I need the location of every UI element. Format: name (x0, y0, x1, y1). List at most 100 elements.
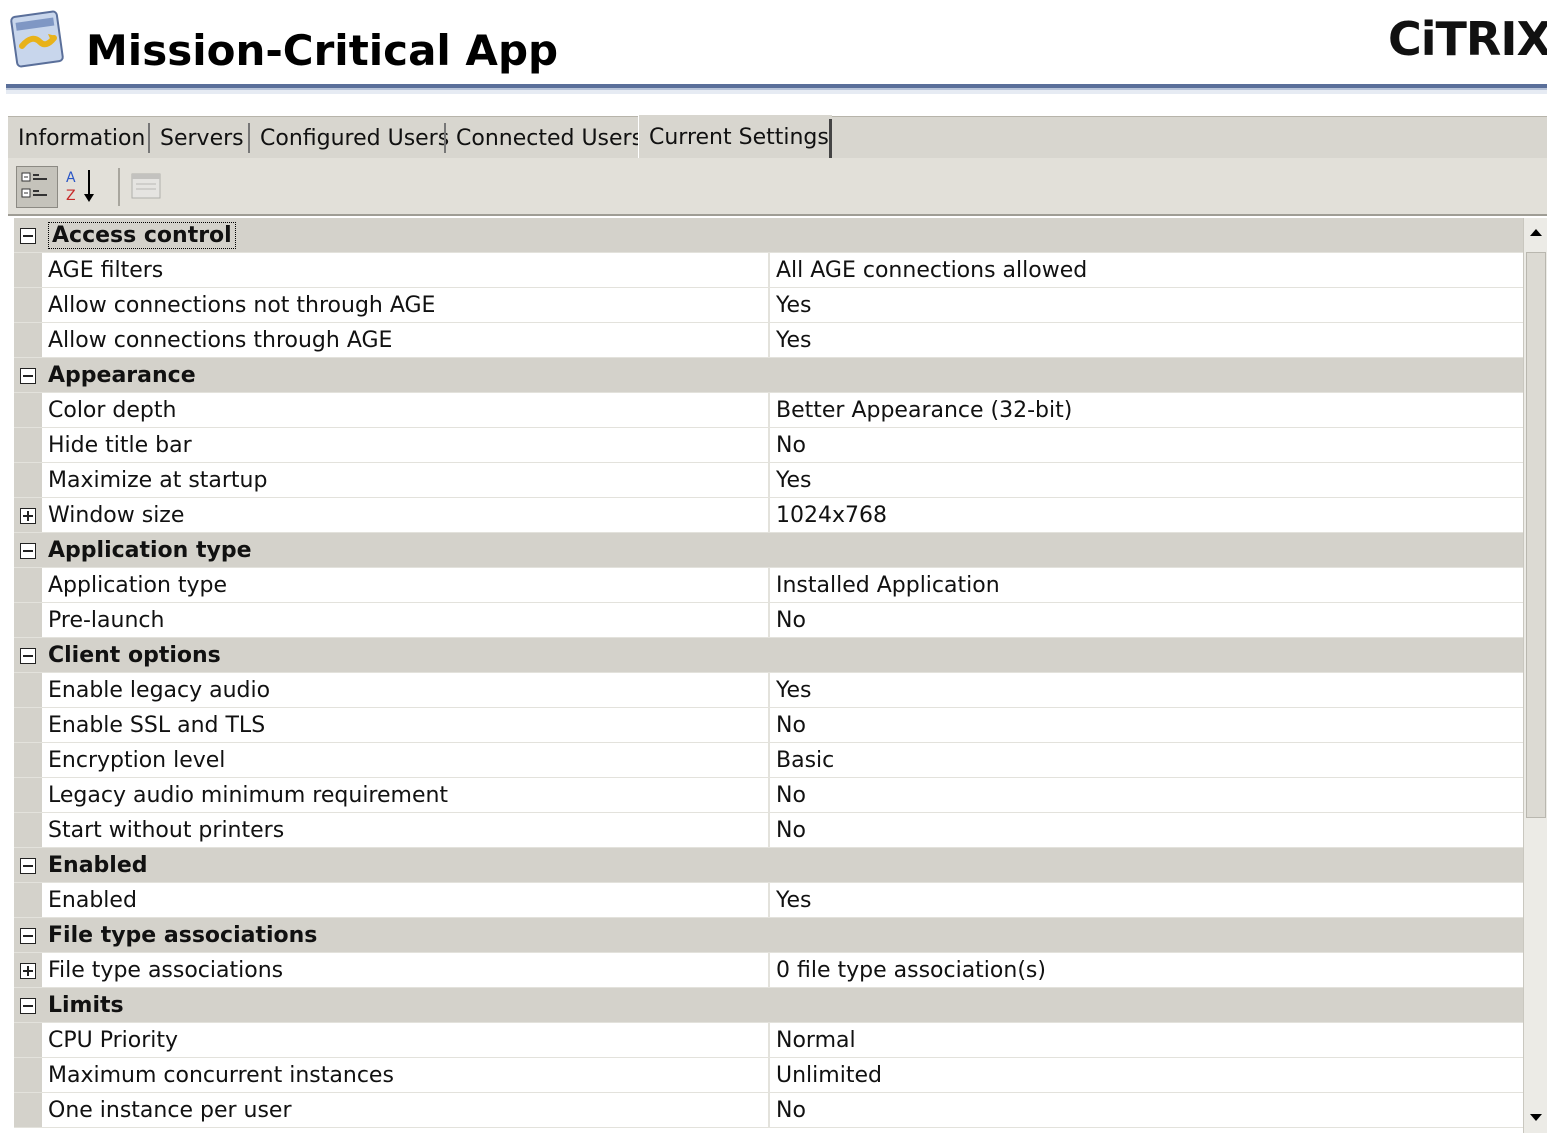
property-name: Maximum concurrent instances (42, 1058, 770, 1092)
categorized-view-icon (21, 172, 47, 198)
property-value[interactable]: No (770, 778, 1523, 812)
property-row[interactable]: Allow connections through AGE Yes (14, 323, 1523, 358)
property-value[interactable]: Unlimited (770, 1058, 1523, 1092)
category-row[interactable]: Limits (14, 988, 1523, 1023)
property-name: Enabled (42, 883, 770, 917)
toolbar-separator (118, 168, 120, 206)
property-name: Maximize at startup (42, 463, 770, 497)
property-row[interactable]: Encryption level Basic (14, 743, 1523, 778)
property-row[interactable]: Color depth Better Appearance (32-bit) (14, 393, 1523, 428)
category-label-text: File type associations (48, 922, 318, 948)
category-label: Limits (42, 988, 124, 1022)
row-gutter (14, 813, 42, 847)
property-value[interactable]: 1024x768 (770, 498, 1523, 532)
vertical-scrollbar[interactable] (1523, 218, 1547, 1133)
category-row[interactable]: File type associations (14, 918, 1523, 953)
property-row[interactable]: Pre-launch No (14, 603, 1523, 638)
property-row[interactable]: One instance per user No (14, 1093, 1523, 1128)
property-value[interactable]: No (770, 708, 1523, 742)
category-row[interactable]: Appearance (14, 358, 1523, 393)
row-gutter (14, 393, 42, 427)
property-value[interactable]: Yes (770, 463, 1523, 497)
property-name: Legacy audio minimum requirement (42, 778, 770, 812)
collapse-icon[interactable] (20, 858, 36, 874)
row-gutter (14, 848, 42, 882)
category-row[interactable]: Access control (14, 218, 1523, 253)
tab-servers[interactable]: Servers (150, 117, 250, 159)
collapse-icon[interactable] (20, 998, 36, 1014)
property-name: Start without printers (42, 813, 770, 847)
property-row[interactable]: Enabled Yes (14, 883, 1523, 918)
property-row[interactable]: CPU Priority Normal (14, 1023, 1523, 1058)
categorized-view-button[interactable] (16, 166, 58, 208)
tab-connected-users[interactable]: Connected Users (446, 117, 643, 159)
row-gutter (14, 673, 42, 707)
row-gutter (14, 1023, 42, 1057)
property-row[interactable]: Hide title bar No (14, 428, 1523, 463)
property-pages-button[interactable] (126, 166, 168, 208)
scroll-down-arrow[interactable] (1524, 1103, 1547, 1133)
property-value[interactable]: Basic (770, 743, 1523, 777)
category-label-text: Limits (48, 992, 124, 1018)
property-row[interactable]: Enable legacy audio Yes (14, 673, 1523, 708)
property-row[interactable]: File type associations 0 file type associ… (14, 953, 1523, 988)
property-row[interactable]: Maximize at startup Yes (14, 463, 1523, 498)
tab-information[interactable]: Information (8, 117, 150, 159)
category-label: Appearance (42, 358, 196, 392)
property-value[interactable]: No (770, 603, 1523, 637)
collapse-icon[interactable] (20, 648, 36, 664)
property-value[interactable]: No (770, 1093, 1523, 1127)
property-value[interactable]: Yes (770, 673, 1523, 707)
property-row[interactable]: Application type Installed Application (14, 568, 1523, 603)
property-row[interactable]: Enable SSL and TLS No (14, 708, 1523, 743)
property-value[interactable]: Better Appearance (32-bit) (770, 393, 1523, 427)
expand-icon[interactable] (20, 963, 36, 979)
property-value[interactable]: Yes (770, 288, 1523, 322)
category-label: Enabled (42, 848, 148, 882)
row-gutter (14, 568, 42, 602)
property-row[interactable]: AGE filters All AGE connections allowed (14, 253, 1523, 288)
row-gutter (14, 323, 42, 357)
svg-text:A: A (66, 170, 76, 186)
row-gutter (14, 778, 42, 812)
row-gutter (14, 463, 42, 497)
property-name: Application type (42, 568, 770, 602)
collapse-icon[interactable] (20, 543, 36, 559)
scroll-up-arrow[interactable] (1524, 218, 1547, 248)
property-value[interactable]: All AGE connections allowed (770, 253, 1523, 287)
row-gutter (14, 953, 42, 987)
app-title: Mission-Critical App (86, 26, 559, 75)
row-gutter (14, 218, 42, 252)
property-row[interactable]: Window size 1024x768 (14, 498, 1523, 533)
property-value[interactable]: No (770, 428, 1523, 462)
property-row[interactable]: Start without printers No (14, 813, 1523, 848)
category-row[interactable]: Enabled (14, 848, 1523, 883)
scroll-thumb[interactable] (1526, 252, 1546, 818)
category-row[interactable]: Application type (14, 533, 1523, 568)
row-gutter (14, 428, 42, 462)
category-label: File type associations (42, 918, 317, 952)
tab-configured-users[interactable]: Configured Users (250, 117, 449, 159)
property-row[interactable]: Legacy audio minimum requirement No (14, 778, 1523, 813)
property-value[interactable]: Installed Application (770, 568, 1523, 602)
category-row[interactable]: Client options (14, 638, 1523, 673)
sort-alphabetical-button[interactable]: A Z (62, 166, 104, 208)
property-row[interactable]: Allow connections not through AGE Yes (14, 288, 1523, 323)
tab-strip: Information Servers Configured Users Con… (8, 115, 1547, 159)
collapse-icon[interactable] (20, 368, 36, 384)
svg-text:Z: Z (66, 188, 76, 204)
property-name: Encryption level (42, 743, 770, 777)
category-label-text: Access control (48, 221, 236, 249)
property-value[interactable]: No (770, 813, 1523, 847)
property-value[interactable]: 0 file type association(s) (770, 953, 1523, 987)
property-value[interactable]: Normal (770, 1023, 1523, 1057)
collapse-icon[interactable] (20, 928, 36, 944)
property-value[interactable]: Yes (770, 323, 1523, 357)
expand-icon[interactable] (20, 508, 36, 524)
property-grid[interactable]: Access control AGE filters All AGE connect… (14, 218, 1523, 1133)
collapse-icon[interactable] (20, 228, 36, 244)
tab-current-settings[interactable]: Current Settings (638, 115, 832, 159)
property-row[interactable]: Maximum concurrent instances Unlimited (14, 1058, 1523, 1093)
application-icon (8, 10, 66, 72)
property-value[interactable]: Yes (770, 883, 1523, 917)
